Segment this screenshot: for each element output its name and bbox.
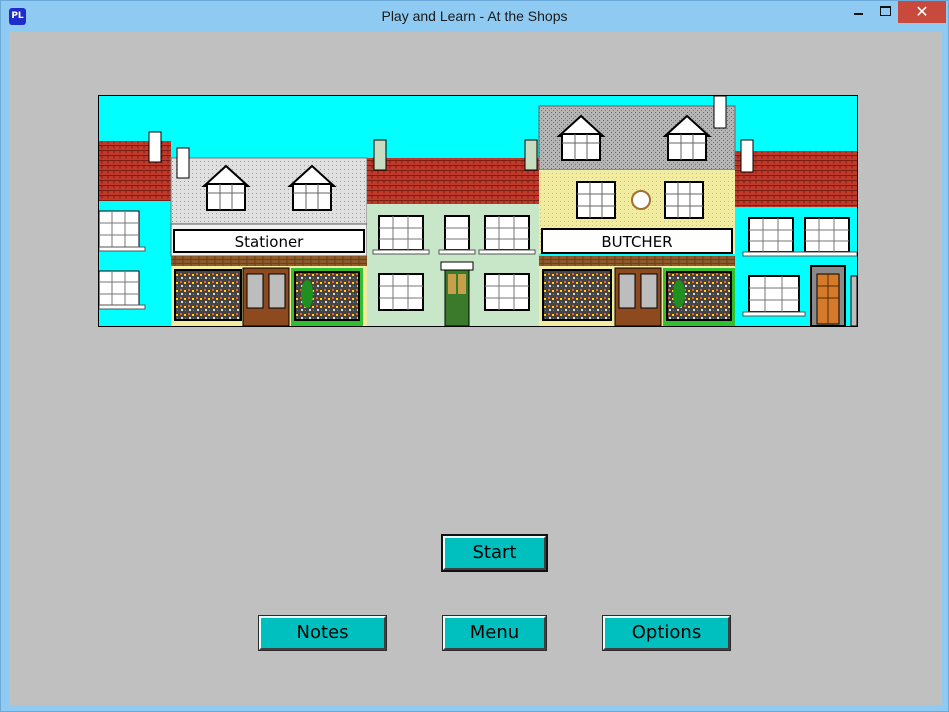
app-window: PL Play and Learn - At the Shops ✕ Stati… bbox=[0, 0, 949, 712]
close-icon: ✕ bbox=[915, 2, 929, 21]
options-button[interactable]: Options bbox=[602, 615, 731, 651]
title-bar[interactable]: PL Play and Learn - At the Shops ✕ bbox=[1, 1, 948, 32]
start-button[interactable]: Start bbox=[441, 534, 548, 572]
minimize-button[interactable] bbox=[843, 1, 873, 23]
client-area: Stationer BUTCHER Start Notes Menu Optio… bbox=[9, 32, 942, 705]
minimize-icon bbox=[854, 13, 863, 15]
maximize-button[interactable] bbox=[871, 1, 899, 23]
menu-button[interactable]: Menu bbox=[442, 615, 547, 651]
shops-street-illustration: Stationer BUTCHER bbox=[98, 95, 858, 327]
close-button[interactable]: ✕ bbox=[898, 1, 946, 23]
stationer-sign: Stationer bbox=[235, 233, 305, 251]
butcher-sign: BUTCHER bbox=[601, 233, 672, 251]
notes-button[interactable]: Notes bbox=[258, 615, 387, 651]
window-title: Play and Learn - At the Shops bbox=[381, 8, 568, 24]
maximize-icon bbox=[880, 6, 891, 16]
